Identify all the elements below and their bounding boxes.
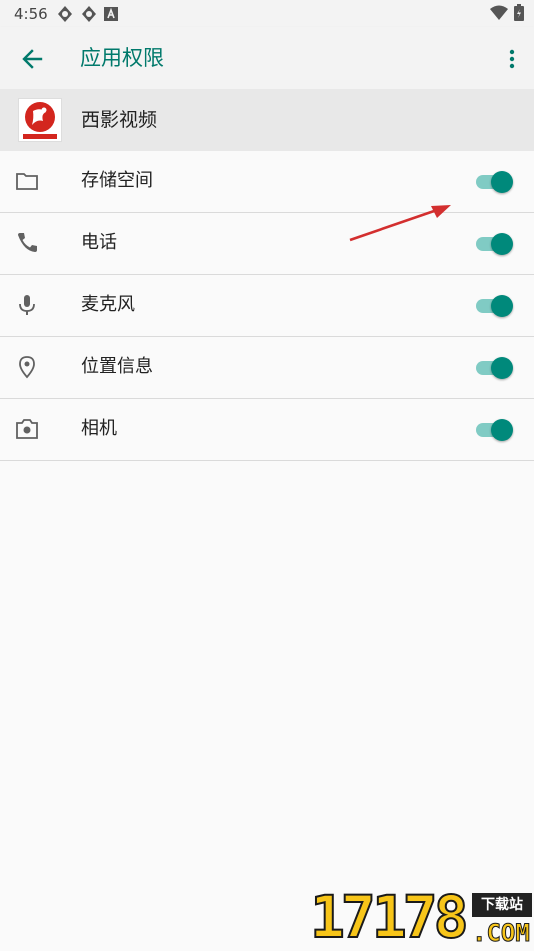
watermark-tag: 下载站 (472, 893, 532, 917)
permission-toggle[interactable] (474, 232, 514, 256)
permission-label: 位置信息 (81, 356, 153, 377)
sync-icon (56, 5, 74, 23)
app-logo (18, 98, 62, 142)
more-options-button[interactable] (502, 43, 522, 75)
back-button[interactable] (16, 43, 48, 75)
toggle-thumb (491, 295, 513, 317)
permission-label: 电话 (81, 232, 117, 253)
wifi-icon (490, 5, 508, 25)
toggle-thumb (491, 171, 513, 193)
permission-row-microphone[interactable]: 麦克风 (0, 275, 534, 337)
permission-row-location[interactable]: 位置信息 (0, 337, 534, 399)
watermark: 17178 下载站 .COM (308, 883, 534, 951)
sync-icon (80, 5, 98, 23)
watermark-number: 17178 (309, 883, 470, 951)
toggle-thumb (491, 357, 513, 379)
permission-label: 麦克风 (81, 294, 135, 315)
battery-icon (514, 4, 524, 25)
permission-list: 存储空间 电话 麦克风 位置信息 相机 (0, 151, 534, 461)
permission-toggle[interactable] (474, 418, 514, 442)
location-icon (15, 355, 39, 379)
permission-toggle[interactable] (474, 170, 514, 194)
permission-label: 相机 (81, 418, 117, 439)
phone-icon (15, 231, 39, 255)
status-time: 4:56 (14, 4, 48, 23)
watermark-domain: .COM (472, 919, 531, 948)
a-icon (104, 6, 118, 21)
folder-icon (15, 169, 39, 193)
permission-toggle[interactable] (474, 356, 514, 380)
permission-label: 存储空间 (81, 170, 153, 191)
permission-toggle[interactable] (474, 294, 514, 318)
arrow-back-icon (22, 49, 43, 69)
toggle-thumb (491, 419, 513, 441)
more-vert-icon (509, 49, 515, 69)
page-title: 应用权限 (80, 46, 164, 70)
toggle-thumb (491, 233, 513, 255)
annotation-arrow (349, 205, 451, 242)
camera-icon (15, 417, 39, 441)
app-bar: 应用权限 (0, 27, 534, 89)
mic-icon (15, 293, 39, 317)
permission-row-camera[interactable]: 相机 (0, 399, 534, 461)
app-name: 西影视频 (81, 109, 158, 131)
app-header: 西影视频 (0, 89, 534, 151)
status-bar: 4:56 (0, 0, 534, 27)
